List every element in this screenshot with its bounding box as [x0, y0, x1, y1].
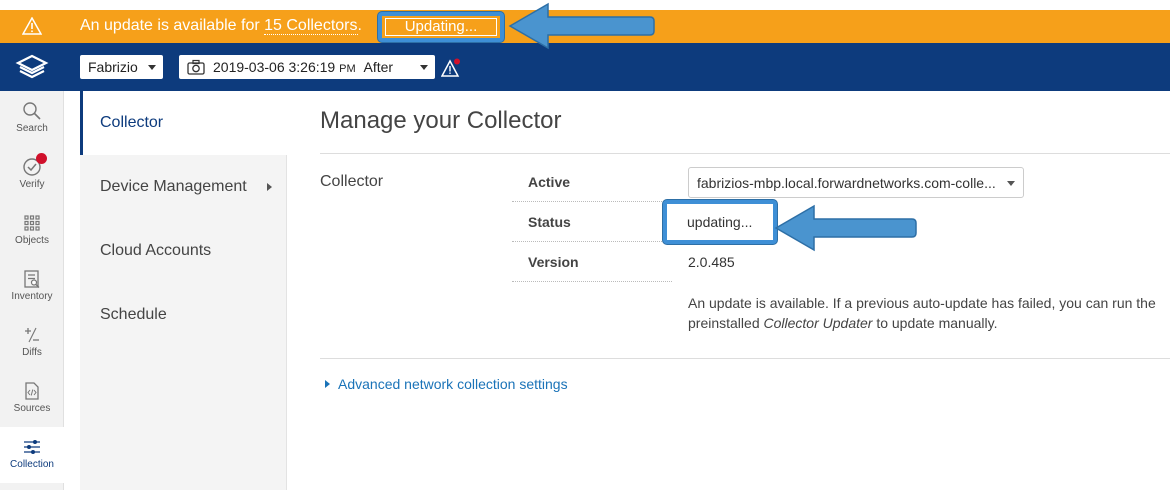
user-select-value: Fabrizio	[88, 59, 138, 75]
nav-label-collection: Collection	[10, 459, 54, 470]
collection-sub-nav: Collector Device Management Cloud Accoun…	[80, 91, 287, 490]
sidebar-gutter	[64, 91, 80, 490]
sub-nav-label: Device Management	[100, 178, 247, 195]
sources-icon	[25, 382, 39, 400]
forward-networks-logo-icon[interactable]	[15, 53, 49, 81]
snapshot-select[interactable]: 2019-03-06 3:26:19 PM After	[179, 55, 435, 79]
nav-item-collection[interactable]: Collection	[0, 427, 64, 483]
chevron-down-icon	[420, 65, 428, 70]
sub-nav-item-collector[interactable]: Collector	[80, 91, 287, 155]
field-separator	[512, 241, 672, 242]
field-separator	[512, 281, 672, 282]
diffs-icon	[25, 327, 39, 343]
sub-nav-label: Schedule	[100, 306, 167, 323]
icon-sidebar: Search Verify Objects Inventory Diffs So…	[0, 91, 64, 490]
nav-item-verify[interactable]: Verify	[0, 147, 64, 203]
snapshot-mode: After	[363, 59, 394, 75]
nav-label-sources: Sources	[13, 403, 51, 414]
updating-button[interactable]: Updating...	[385, 18, 497, 36]
caret-right-icon	[325, 380, 330, 388]
version-value: 2.0.485	[688, 254, 735, 270]
section-label-collector: Collector	[320, 173, 384, 190]
inventory-icon	[24, 270, 40, 288]
banner-message-suffix: .	[357, 17, 362, 34]
active-collector-value: fabrizios-mbp.local.forwardnetworks.com-…	[697, 175, 996, 191]
warning-icon	[22, 17, 42, 35]
version-label: Version	[528, 254, 579, 270]
advanced-settings-link[interactable]: Advanced network collection settings	[325, 376, 568, 392]
status-label: Status	[528, 214, 571, 230]
chevron-right-icon	[267, 183, 272, 191]
notification-dot	[36, 153, 47, 164]
help-text-suffix: to update manually.	[872, 315, 998, 331]
sub-nav-item-cloud-accounts[interactable]: Cloud Accounts	[80, 219, 287, 283]
nav-label-diffs: Diffs	[22, 347, 42, 358]
nav-label-search: Search	[16, 123, 48, 134]
nav-label-verify: Verify	[19, 179, 45, 190]
sub-nav-label: Cloud Accounts	[100, 242, 212, 259]
snapshot-alert-icon[interactable]	[441, 58, 461, 78]
status-value: updating...	[687, 214, 753, 230]
sub-nav-item-device-management[interactable]: Device Management	[80, 155, 287, 219]
search-icon	[23, 102, 41, 120]
active-collector-select[interactable]: fabrizios-mbp.local.forwardnetworks.com-…	[688, 167, 1024, 198]
banner-message: An update is available for 15 Collectors…	[80, 17, 362, 35]
annotation-arrow-banner	[508, 2, 655, 50]
nav-item-objects[interactable]: Objects	[0, 203, 64, 259]
sub-nav-label: Collector	[100, 114, 164, 131]
chevron-down-icon	[1007, 181, 1015, 186]
snapshot-ampm: PM	[339, 63, 356, 75]
annotation-arrow-status	[774, 204, 917, 252]
objects-grid-icon	[24, 215, 40, 231]
updating-button-highlight: Updating...	[378, 12, 504, 42]
advanced-settings-label: Advanced network collection settings	[338, 376, 568, 392]
divider	[320, 358, 1170, 359]
collectors-link[interactable]: 15 Collectors	[264, 17, 358, 35]
nav-item-sources[interactable]: Sources	[0, 371, 64, 427]
user-select[interactable]: Fabrizio	[80, 55, 163, 79]
chevron-down-icon	[148, 65, 156, 70]
nav-label-inventory: Inventory	[11, 291, 53, 302]
active-label: Active	[528, 174, 571, 190]
divider	[320, 153, 1170, 154]
snapshot-datetime: 2019-03-06 3:26:19	[213, 59, 336, 75]
collector-updater-name: Collector Updater	[763, 315, 873, 331]
field-separator	[512, 201, 672, 202]
status-highlight: updating...	[663, 200, 777, 244]
page-title: Manage your Collector	[320, 107, 562, 134]
collection-sliders-icon	[24, 440, 40, 454]
camera-icon	[187, 59, 205, 75]
nav-label-objects: Objects	[15, 235, 49, 246]
nav-item-diffs[interactable]: Diffs	[0, 315, 64, 371]
nav-item-inventory[interactable]: Inventory	[0, 259, 64, 315]
nav-item-search[interactable]: Search	[0, 91, 64, 147]
sub-nav-item-schedule[interactable]: Schedule	[80, 283, 287, 347]
update-help-text: An update is available. If a previous au…	[688, 293, 1158, 333]
banner-message-prefix: An update is available for	[80, 17, 265, 34]
